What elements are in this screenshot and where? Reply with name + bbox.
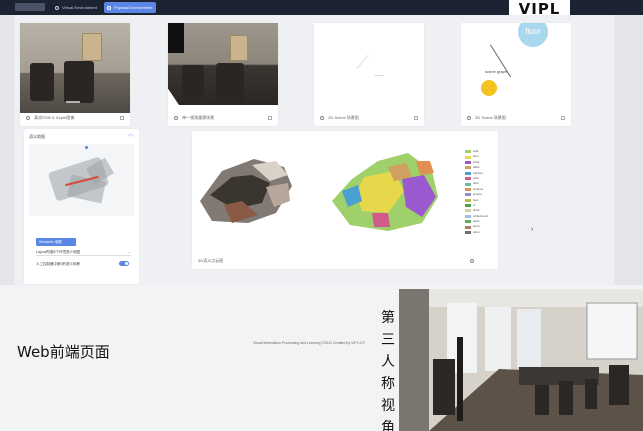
card-2d-scene-graph[interactable]: 2D Scene 场景图 bbox=[314, 23, 424, 126]
legend-label: tv bbox=[473, 202, 476, 207]
legend-swatch bbox=[465, 214, 471, 218]
semantic-pointcloud-panel: wall floor chair table cabinet sofa door window… bbox=[192, 131, 498, 269]
card-label: 2D Scene 场景图 bbox=[328, 115, 359, 120]
legend-swatch bbox=[465, 204, 471, 208]
legend-label: wall bbox=[473, 149, 479, 153]
semantic-map-panel: 语义地图 ◠ Semantic 地图 Layout所属8个环境语义地图 ⌄ 人工… bbox=[24, 129, 139, 284]
card-label: 单一视角重建场景 bbox=[182, 115, 215, 120]
select-label: Layout所属8个环境语义地图 bbox=[36, 250, 80, 254]
caption-char: 称 bbox=[381, 376, 395, 392]
legend-label: shelf bbox=[473, 208, 480, 213]
wifi-icon bbox=[174, 115, 178, 120]
legend-swatch bbox=[465, 198, 471, 202]
tab-label: Physical Environment bbox=[114, 5, 153, 10]
caption-char: 角 bbox=[381, 420, 395, 431]
legend-label: bed bbox=[473, 197, 479, 202]
legend-label: sofa bbox=[473, 175, 479, 180]
semantic-map-button[interactable]: Semantic 地图 bbox=[36, 238, 76, 246]
cursor-pointer-icon: › bbox=[531, 226, 534, 233]
caption-char: 人 bbox=[381, 354, 395, 370]
legend-swatch bbox=[465, 209, 471, 213]
caption-char: 三 bbox=[381, 332, 395, 348]
expand-icon[interactable] bbox=[414, 116, 418, 120]
card-footer: 真实RGB & Depth图像 bbox=[26, 114, 124, 122]
pointcloud-canvas[interactable] bbox=[192, 131, 498, 243]
graph-node-label: scene graph bbox=[485, 69, 508, 74]
pointcloud-legend: wall floor chair table cabinet sofa door window… bbox=[465, 149, 493, 235]
legend-swatch bbox=[465, 225, 471, 229]
layout-select[interactable]: Layout所属8个环境语义地图 ⌄ bbox=[36, 248, 131, 256]
legend-swatch bbox=[465, 220, 471, 224]
legend-swatch bbox=[465, 171, 471, 175]
legend-label: cabinet bbox=[473, 170, 483, 175]
legend-label: whiteboard bbox=[473, 213, 488, 218]
card-footer: 单一视角重建场景 bbox=[174, 114, 272, 122]
legend-label: window bbox=[473, 186, 484, 191]
panel-title: 语义地图 bbox=[29, 134, 45, 139]
card-footer: 3D Scene 场景图 bbox=[467, 114, 565, 122]
caption-char: 视 bbox=[381, 398, 395, 414]
legend-swatch bbox=[465, 166, 471, 170]
legend-label: door bbox=[473, 181, 480, 186]
legend-swatch bbox=[465, 182, 471, 186]
legend-swatch bbox=[465, 160, 471, 164]
reconstruction-thumbnail[interactable] bbox=[168, 23, 278, 113]
legend-swatch bbox=[465, 150, 471, 154]
legend-label: plant bbox=[473, 219, 480, 224]
third-person-video bbox=[399, 289, 643, 431]
cube-icon bbox=[55, 5, 59, 10]
main-content: 真实RGB & Depth图像 单一视角重建场景 2D Scene 场景图 fl… bbox=[14, 15, 614, 285]
refresh-icon[interactable] bbox=[470, 259, 474, 263]
card-single-view-reconstruction[interactable]: 单一视角重建场景 bbox=[168, 23, 278, 126]
legend-label: lamp bbox=[473, 224, 480, 229]
caption-char: 第 bbox=[381, 310, 395, 326]
card-footer: 3D语义点云图 bbox=[198, 257, 492, 265]
copyright-text: Visual Information Processing and Learni… bbox=[253, 341, 366, 345]
legend-label: table bbox=[473, 165, 480, 170]
rgb-image-thumbnail[interactable] bbox=[20, 23, 130, 113]
semantic-transfer-toggle[interactable] bbox=[119, 261, 129, 266]
third-person-caption: 第 三 人 称 视 角 bbox=[379, 307, 397, 431]
tab-physical-environment[interactable]: Physical Environment bbox=[104, 2, 157, 13]
expand-icon[interactable] bbox=[561, 116, 565, 120]
legend-swatch bbox=[465, 193, 471, 197]
graph-node-small[interactable] bbox=[481, 80, 497, 96]
semantic-map-canvas[interactable] bbox=[29, 144, 134, 216]
2d-scene-graph-thumbnail[interactable] bbox=[314, 23, 424, 113]
legend-swatch bbox=[465, 231, 471, 235]
graph-node-floor[interactable]: floor bbox=[518, 23, 548, 47]
legend-label: floor bbox=[473, 154, 479, 159]
tab-virtual-environment[interactable]: Virtual Environment bbox=[52, 2, 101, 13]
3d-scene-graph-thumbnail[interactable]: floor scene graph bbox=[461, 23, 571, 113]
expand-icon[interactable] bbox=[120, 116, 124, 120]
web-frontend-title: Web前端页面 bbox=[17, 343, 110, 361]
app-logo bbox=[15, 3, 45, 11]
legend-label: chair bbox=[473, 159, 480, 164]
legend-item: other bbox=[465, 230, 493, 235]
globe-icon bbox=[107, 5, 111, 10]
wifi-icon bbox=[467, 115, 471, 120]
wifi-icon: ◠ bbox=[127, 134, 133, 140]
legend-swatch bbox=[465, 155, 471, 159]
card-label: 3D语义点云图 bbox=[198, 258, 224, 263]
card-rgb-depth[interactable]: 真实RGB & Depth图像 bbox=[20, 23, 130, 126]
legend-label: picture bbox=[473, 192, 483, 197]
semantic-transfer-toggle-row: 人工控制器中断3的语义转移 bbox=[36, 260, 131, 268]
legend-swatch bbox=[465, 177, 471, 181]
tab-label: Virtual Environment bbox=[62, 5, 97, 10]
legend-swatch bbox=[465, 187, 471, 191]
legend-label: other bbox=[473, 229, 480, 234]
expand-icon[interactable] bbox=[268, 116, 272, 120]
chevron-down-icon: ⌄ bbox=[128, 250, 131, 254]
card-3d-scene-graph[interactable]: floor scene graph 3D Scene 场景图 bbox=[461, 23, 571, 126]
card-label: 真实RGB & Depth图像 bbox=[34, 115, 75, 120]
card-label: 3D Scene 场景图 bbox=[475, 115, 506, 120]
wifi-icon bbox=[320, 115, 324, 120]
card-footer: 2D Scene 场景图 bbox=[320, 114, 418, 122]
toggle-label: 人工控制器中断3的语义转移 bbox=[36, 262, 80, 266]
wifi-icon bbox=[26, 115, 30, 120]
